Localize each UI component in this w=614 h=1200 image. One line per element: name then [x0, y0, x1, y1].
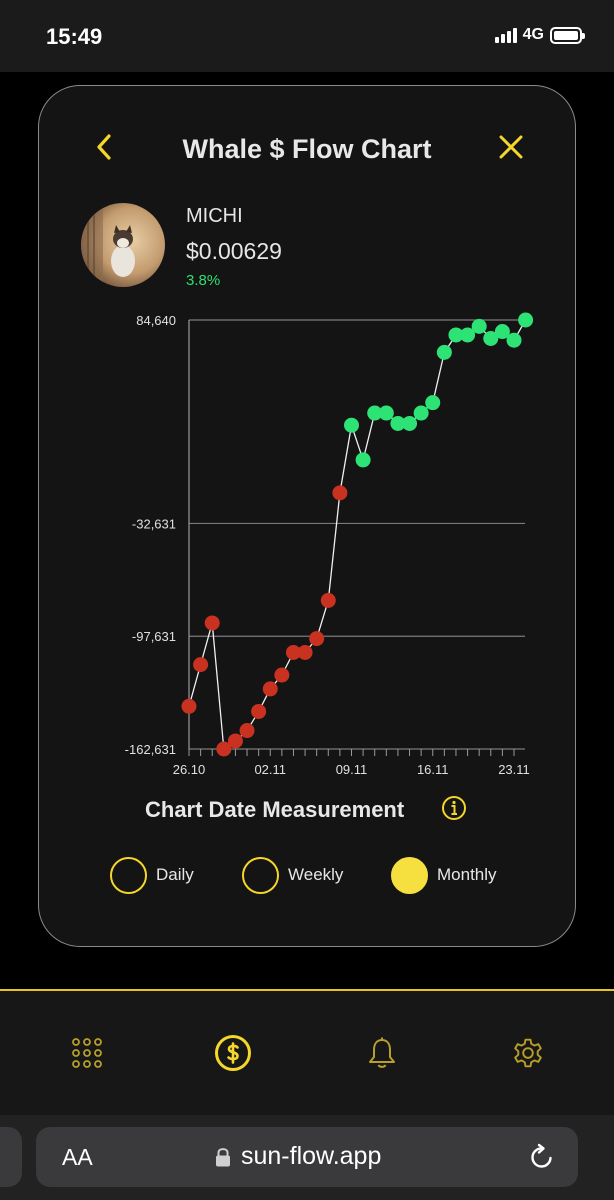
x-tick-label: 23.11: [498, 762, 530, 777]
radio-monthly[interactable]: Monthly: [391, 856, 497, 894]
whale-flow-card: Whale $ Flow Chart MICHI $0.00629 3.8% 8…: [38, 85, 576, 947]
data-point: [378, 405, 394, 421]
y-tick-label: 84,640: [136, 313, 176, 328]
data-point: [309, 631, 325, 647]
data-point: [251, 703, 267, 719]
data-point: [239, 723, 255, 739]
network-type: 4G: [522, 26, 544, 43]
data-point: [518, 312, 534, 328]
data-point: [227, 733, 243, 749]
data-point: [320, 592, 336, 608]
y-tick-label: -97,631: [132, 629, 176, 644]
x-tick-label: 09.11: [336, 762, 368, 777]
radio-daily-label: Daily: [156, 865, 194, 884]
gear-icon[interactable]: [511, 1036, 545, 1070]
lock-icon: [216, 1148, 230, 1167]
whale-flow-chart: 84,640 -32,631 -97,631 -162,631 26.10 02.11 09…: [125, 312, 534, 777]
previous-tab[interactable]: [0, 1127, 22, 1187]
data-point: [262, 681, 278, 697]
url-text: sun-flow.app: [241, 1142, 382, 1170]
data-point: [436, 344, 452, 360]
battery-icon: [550, 26, 585, 44]
data-point: [193, 657, 209, 673]
y-tick-label: -162,631: [125, 742, 176, 757]
y-tick-label: -32,631: [132, 516, 176, 531]
data-point: [506, 332, 522, 348]
radio-weekly-dot[interactable]: [242, 856, 279, 894]
series-line: [188, 319, 527, 751]
data-point: [332, 485, 348, 501]
bell-icon[interactable]: [365, 1036, 399, 1070]
x-tick-label: 02.11: [254, 762, 286, 777]
data-point: [274, 667, 290, 683]
radio-daily-dot[interactable]: [110, 856, 147, 894]
grid-icon[interactable]: [70, 1036, 104, 1070]
radio-weekly-label: Weekly: [288, 865, 344, 884]
data-point: [181, 698, 197, 714]
data-point: [402, 415, 418, 431]
radio-monthly-label: Monthly: [437, 865, 497, 884]
status-bar: 15:49 4G: [0, 0, 614, 72]
data-point: [204, 615, 220, 631]
signal-icon: [494, 27, 517, 43]
reload-icon[interactable]: [528, 1143, 556, 1171]
status-indicators: 4G: [494, 26, 585, 44]
radio-weekly[interactable]: Weekly: [242, 856, 343, 894]
text-size-button[interactable]: AA: [62, 1144, 93, 1171]
data-point: [425, 395, 441, 411]
x-tick-label: 26.10: [173, 762, 206, 777]
data-point: [355, 452, 371, 468]
measurement-title: Chart Date Measurement: [145, 797, 405, 822]
data-point: [344, 417, 359, 433]
info-icon[interactable]: [441, 795, 467, 821]
data-point: [413, 405, 429, 421]
radio-monthly-dot[interactable]: [391, 856, 428, 894]
status-time: 15:49: [46, 24, 103, 49]
x-tick-label: 16.11: [417, 762, 449, 777]
radio-daily[interactable]: Daily: [110, 856, 194, 894]
data-point: [297, 644, 313, 660]
data-point: [471, 318, 487, 334]
address-bar[interactable]: AA sun-flow.app: [36, 1127, 578, 1187]
dollar-icon[interactable]: [214, 1034, 252, 1072]
